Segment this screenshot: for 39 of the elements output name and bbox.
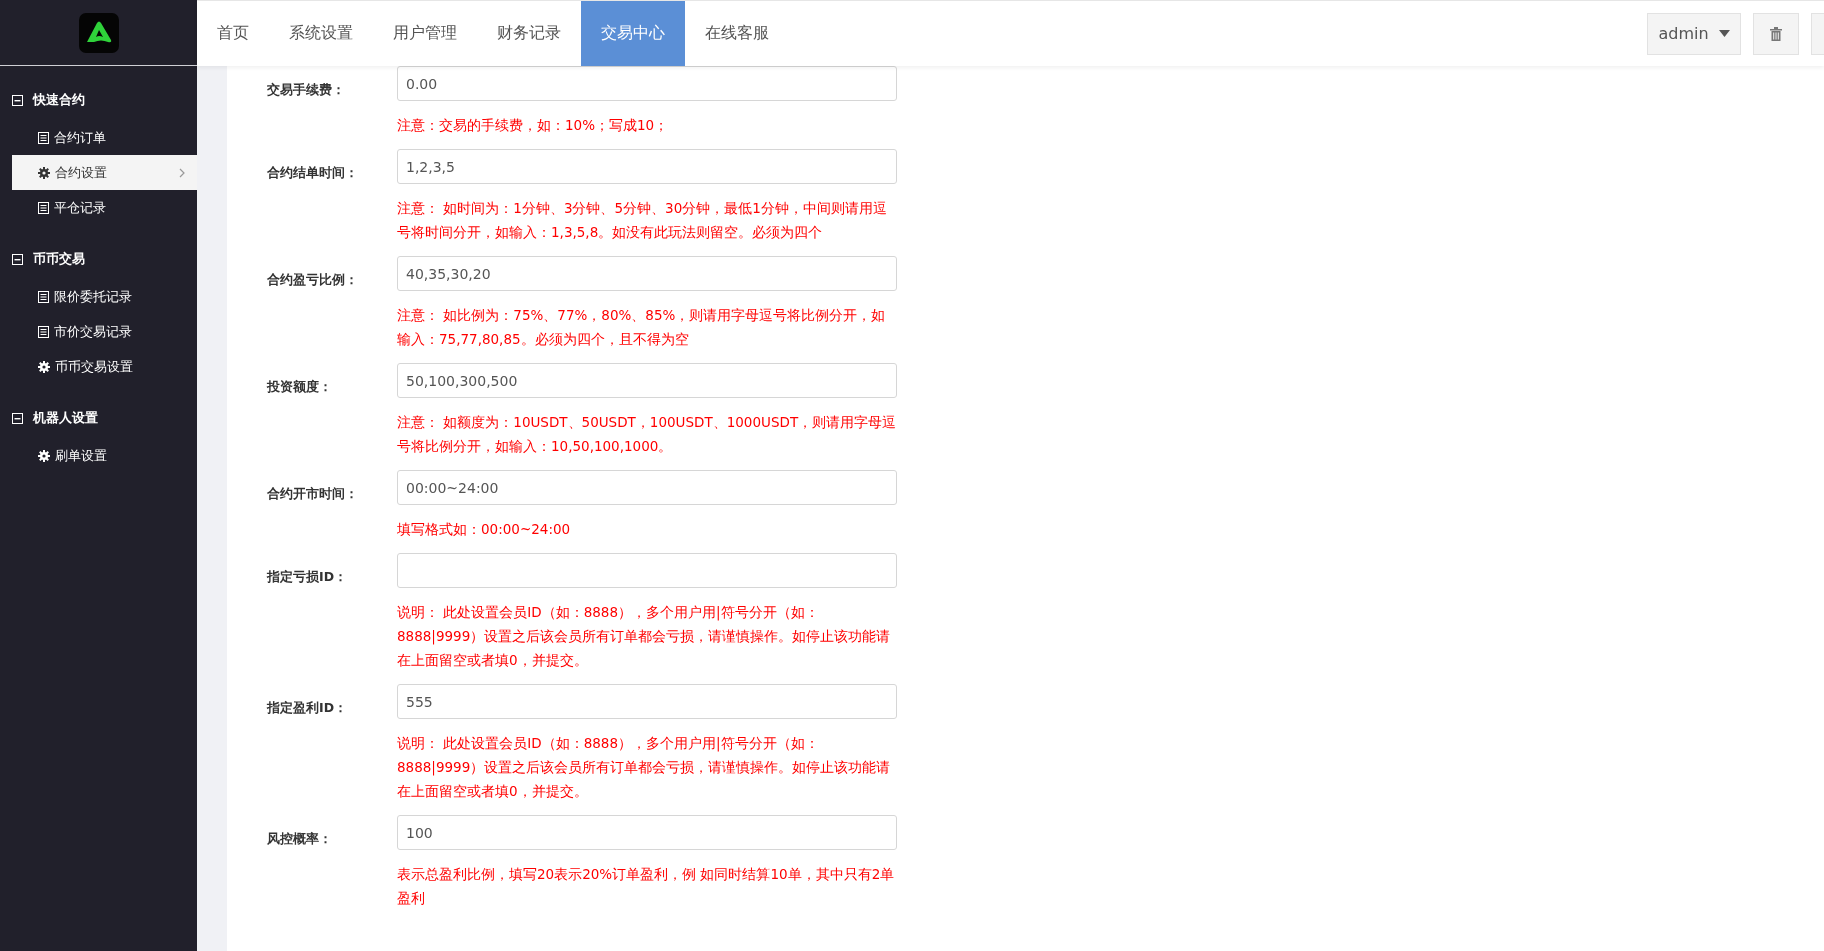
nav-tab[interactable]: 用户管理 [373, 1, 477, 66]
field-label: 投资额度： [267, 378, 333, 396]
sidebar-group-title[interactable]: 机器人设置 [33, 409, 98, 427]
sidebar-item[interactable]: 合约订单 [12, 120, 197, 155]
field-note: 注意： 如比例为：75%、77%，80%、85%，则请用字母逗号将比例分开，如输入：75,77,80,85。必须为四个，且不得为空 [397, 306, 887, 349]
field-label: 合约结单时间： [267, 164, 359, 182]
nav-tab[interactable]: 首页 [197, 1, 269, 66]
user-menu-button[interactable]: admin [1647, 12, 1741, 55]
field-note: 填写格式如：00:00~24:00 [397, 520, 572, 539]
field-label: 合约盈亏比例： [267, 271, 359, 289]
field-note: 说明： 此处设置会员ID（如：8888），多个用户用|符号分开（如：8888|9999）设置之后该会员所有订单都会亏损，请谨慎操作。如停止该功能请在上面留空或者填0，并提交。 [397, 603, 892, 670]
input-field[interactable]: 555 [397, 684, 897, 719]
sidebar-item[interactable]: 市价交易记录 [12, 314, 197, 349]
sidebar-item[interactable]: 限价委托记录 [12, 279, 197, 314]
sidebar-group-title[interactable]: 快速合约 [33, 91, 85, 109]
sidebar-item[interactable]: 合约设置 [12, 155, 197, 190]
sidebar-group-title[interactable]: 币币交易 [33, 250, 85, 268]
sidebar-item[interactable]: 刷单设置 [12, 438, 197, 473]
field-note: 注意： 如额度为：10USDT、50USDT，100USDT、1000USDT，则请用字母逗号将比例分开，如输入：10,50,100,1000。 [397, 413, 897, 456]
field-label: 合约开市时间： [267, 485, 359, 503]
field-label: 交易手续费： [267, 81, 346, 99]
sidebar-item[interactable]: 币币交易设置 [12, 349, 197, 384]
sidebar-item[interactable]: 平仓记录 [12, 190, 197, 225]
field-note: 注意：交易的手续费，如：10%；写成10； [397, 116, 670, 135]
field-label: 指定盈利ID： [267, 699, 349, 717]
field-note: 表示总盈利比例，填写20表示20%订单盈利，例 如同时结算10单，其中只有2单盈利 [397, 865, 896, 908]
field-label: 指定亏损ID： [267, 568, 349, 586]
nav-tab[interactable]: 系统设置 [269, 1, 373, 66]
input-field[interactable]: 50,100,300,500 [397, 363, 897, 398]
input-field[interactable]: 100 [397, 815, 897, 850]
field-label: 风控概率： [267, 830, 333, 848]
input-field[interactable]: 40,35,30,20 [397, 256, 897, 291]
input-field[interactable]: 1,2,3,5 [397, 149, 897, 184]
nav-tab[interactable]: 财务记录 [477, 1, 581, 66]
nav-tab[interactable]: 在线客服 [685, 1, 789, 66]
field-note: 注意： 如时间为：1分钟、3分钟、5分钟、30分钟，最低1分钟，中间则请用逗号将时间分开，如输入：1,3,5,8。如没有此玩法则留空。必须为四个 [397, 199, 888, 242]
input-field[interactable]: 00:00~24:00 [397, 470, 897, 505]
field-note: 说明： 此处设置会员ID（如：8888），多个用户用|符号分开（如：8888|9999）设置之后该会员所有订单都会亏损，请谨慎操作。如停止该功能请在上面留空或者填0，并提交。 [397, 734, 892, 801]
input-field[interactable]: 0.00 [397, 66, 897, 101]
